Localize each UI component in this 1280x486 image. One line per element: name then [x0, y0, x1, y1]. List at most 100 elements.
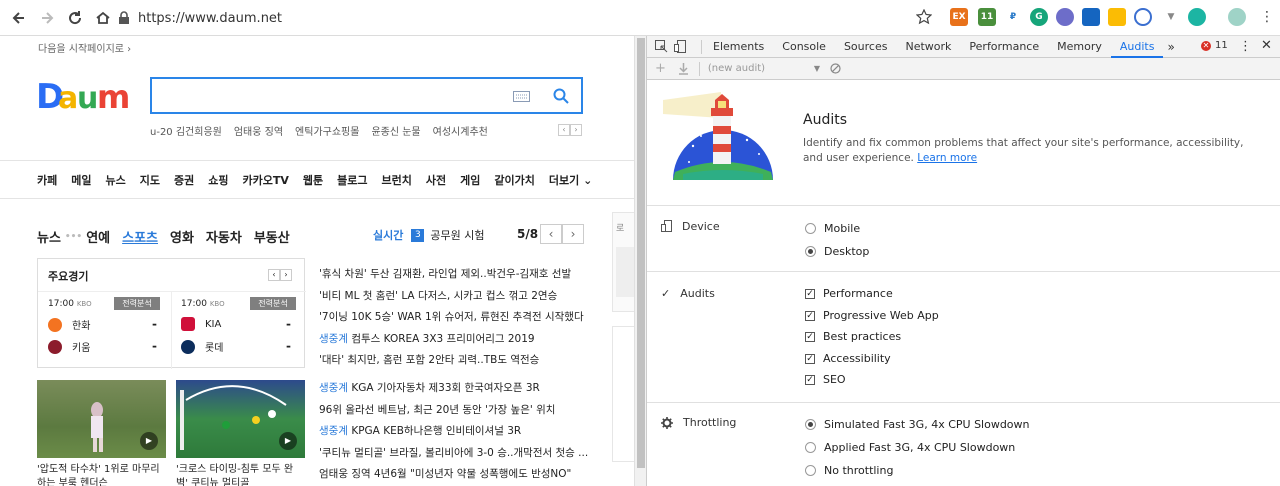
menu-item-mail[interactable]: 메일: [71, 172, 91, 188]
inspect-icon[interactable]: [655, 40, 668, 53]
chevron-down-icon[interactable]: ▼: [814, 64, 820, 73]
suggestion-item[interactable]: 엔틱가구쇼핑몰: [295, 123, 359, 138]
devtools-menu-icon[interactable]: ⋮: [1239, 39, 1252, 54]
analysis-badge[interactable]: 전력분석: [250, 297, 296, 310]
close-icon[interactable]: ✕: [1261, 38, 1272, 53]
menu-item-stock[interactable]: 증권: [174, 172, 194, 188]
menu-item-together[interactable]: 같이가치: [494, 172, 534, 188]
headline-item[interactable]: 생중계 KPGA KEB하나은행 인비테이셔널 3R: [319, 421, 591, 443]
radio-button[interactable]: [805, 442, 816, 453]
download-icon[interactable]: [678, 62, 689, 75]
headline-item[interactable]: 생중계 KGA 기아자동차 제33회 한국여자오픈 3R: [319, 378, 591, 400]
tab-movie[interactable]: 영화: [170, 227, 194, 246]
audit-option-performance[interactable]: ✓ Performance: [805, 287, 893, 300]
prev-arrow-icon[interactable]: ‹: [540, 224, 562, 244]
learn-more-link[interactable]: Learn more: [917, 152, 977, 164]
audit-select[interactable]: (new audit): [708, 63, 814, 74]
next-arrow-icon[interactable]: ›: [570, 124, 582, 136]
headline-item[interactable]: '쿠티뉴 멀티골' 브라질, 볼리비아에 3-0 승..개막전서 첫승 ...: [319, 443, 591, 465]
menu-item-brunch[interactable]: 브런치: [382, 172, 412, 188]
menu-item-more[interactable]: 더보기 ⌄: [549, 172, 592, 188]
extension-s-icon[interactable]: [1082, 8, 1100, 26]
headline-item[interactable]: '대타' 최지만, 홈런 포함 2안타 괴력..TB도 역전승: [319, 350, 591, 372]
throttling-option-applied[interactable]: Applied Fast 3G, 4x CPU Slowdown: [805, 441, 1015, 454]
checkbox[interactable]: ✓: [805, 310, 815, 321]
extension-badge-icon[interactable]: 11: [978, 8, 996, 26]
tab-memory[interactable]: Memory: [1048, 36, 1111, 58]
error-counter[interactable]: ✕ 11: [1201, 40, 1228, 51]
menu-item-blog[interactable]: 블로그: [337, 172, 367, 188]
video-caption[interactable]: '압도적 타수차' 1위로 마무리하는 부룩 헨더슨: [37, 463, 166, 486]
realtime-keywords[interactable]: 실시간 3 공무원 시험: [373, 227, 484, 243]
video-thumbnail[interactable]: ▶: [37, 380, 166, 458]
tab-news[interactable]: 뉴스: [37, 227, 61, 246]
audit-option-pwa[interactable]: ✓ Progressive Web App: [805, 309, 939, 322]
extension-drive-icon[interactable]: [1108, 8, 1126, 26]
audit-option-seo[interactable]: ✓ SEO: [805, 373, 846, 386]
more-tabs-icon[interactable]: »: [1167, 40, 1174, 54]
game-card[interactable]: 17:00 KBO: [181, 299, 225, 309]
bookmark-star-icon[interactable]: [916, 9, 932, 25]
prev-arrow-icon[interactable]: ‹: [268, 269, 280, 281]
tab-elements[interactable]: Elements: [704, 36, 773, 58]
radio-button[interactable]: [805, 419, 816, 430]
page-scrollbar[interactable]: [634, 36, 646, 486]
video-caption[interactable]: '크로스 타이밍-침투 모두 완벽' 쿠티뉴 멀티골: [176, 463, 305, 486]
browser-menu-icon[interactable]: ⋮: [1260, 9, 1274, 25]
prev-arrow-icon[interactable]: ‹: [558, 124, 570, 136]
headline-item[interactable]: '비티 ML 첫 홈런' LA 다저스, 시카고 컵스 꺾고 2연승: [319, 286, 591, 308]
extension-g-icon[interactable]: [1188, 8, 1206, 26]
headline-item[interactable]: 96위 올라선 베트남, 최근 20년 동안 '가장 높은' 위치: [319, 400, 591, 422]
menu-item-cafe[interactable]: 카페: [37, 172, 57, 188]
search-icon[interactable]: [553, 88, 569, 104]
device-option-mobile[interactable]: Mobile: [805, 222, 860, 235]
extension-v-icon[interactable]: ▼: [1162, 8, 1180, 26]
menu-item-map[interactable]: 지도: [140, 172, 160, 188]
tab-car[interactable]: 자동차: [206, 227, 242, 246]
extension-grammarly-icon[interactable]: G: [1030, 8, 1048, 26]
suggestion-item[interactable]: u-20 김건희응원: [150, 123, 222, 138]
menu-item-game[interactable]: 게임: [460, 172, 480, 188]
menu-item-webtoon[interactable]: 웹툰: [303, 172, 323, 188]
radio-button[interactable]: [805, 465, 816, 476]
next-arrow-icon[interactable]: ›: [280, 269, 292, 281]
device-toggle-icon[interactable]: [674, 40, 687, 53]
tab-entertainment[interactable]: 연예: [86, 227, 110, 246]
startpage-link[interactable]: 다음을 시작페이지로 ›: [38, 40, 131, 55]
menu-item-news[interactable]: 뉴스: [106, 172, 126, 188]
extension-ex-icon[interactable]: EX: [950, 8, 968, 26]
back-icon[interactable]: [6, 5, 32, 31]
radio-button[interactable]: [805, 246, 816, 257]
suggestion-item[interactable]: 여성시계추천: [433, 123, 488, 138]
play-icon[interactable]: ▶: [140, 432, 158, 450]
tab-audits[interactable]: Audits: [1110, 36, 1164, 58]
daum-logo[interactable]: D a u m: [36, 77, 136, 119]
reload-icon[interactable]: [62, 5, 88, 31]
device-option-desktop[interactable]: Desktop: [805, 245, 869, 258]
tab-realestate[interactable]: 부동산: [254, 227, 290, 246]
headline-item[interactable]: 엄태웅 징역 4년6월 "미성년자 약물 성폭행에도 반성NO": [319, 464, 591, 486]
keyboard-icon[interactable]: [513, 91, 531, 103]
home-icon[interactable]: [90, 5, 116, 31]
suggestion-item[interactable]: 엄태웅 징역: [234, 123, 283, 138]
extension-p-icon[interactable]: ₽: [1004, 8, 1022, 26]
tab-performance[interactable]: Performance: [960, 36, 1048, 58]
next-arrow-icon[interactable]: ›: [562, 224, 584, 244]
audit-option-best-practices[interactable]: ✓ Best practices: [805, 330, 901, 343]
headline-item[interactable]: 생중계 컴투스 KOREA 3X3 프리미어리그 2019: [319, 329, 591, 351]
play-icon[interactable]: ▶: [279, 432, 297, 450]
profile-avatar[interactable]: [1228, 8, 1246, 26]
audit-option-accessibility[interactable]: ✓ Accessibility: [805, 352, 891, 365]
tab-sports[interactable]: 스포츠: [122, 227, 158, 246]
suggestion-item[interactable]: 윤종신 눈물: [371, 123, 420, 138]
forward-icon[interactable]: [34, 5, 60, 31]
tab-network[interactable]: Network: [896, 36, 960, 58]
extension-c-icon[interactable]: [1134, 8, 1152, 26]
extension-globe-icon[interactable]: [1056, 8, 1074, 26]
headline-item[interactable]: '휴식 차원' 두산 김재환, 라인업 제외..박건우-김재호 선발: [319, 264, 591, 286]
video-thumbnail[interactable]: ▶: [176, 380, 305, 458]
checkbox[interactable]: ✓: [805, 331, 815, 342]
throttling-option-none[interactable]: No throttling: [805, 464, 893, 477]
checkbox[interactable]: ✓: [805, 288, 815, 299]
menu-item-shopping[interactable]: 쇼핑: [208, 172, 228, 188]
